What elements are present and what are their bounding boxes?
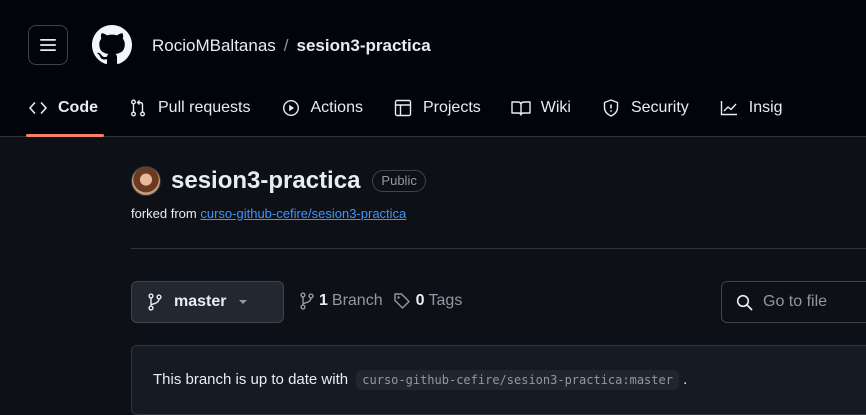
owner-link[interactable]: RocioMBaltanas	[152, 36, 276, 55]
branch-name: master	[174, 293, 227, 310]
branches-link[interactable]: 1 Branch	[300, 292, 383, 310]
status-period: .	[683, 371, 688, 388]
search-icon	[736, 294, 753, 310]
shield-icon	[601, 98, 621, 118]
upstream-ref: curso-github-cefire/sesion3-practica:mas…	[356, 370, 679, 390]
tab-label: Code	[58, 99, 98, 116]
tab-projects[interactable]: Projects	[393, 88, 481, 128]
branch-status-text: This branch is up to date with curso-git…	[153, 370, 688, 390]
tag-count-label: Tags	[428, 292, 463, 309]
tab-security[interactable]: Security	[601, 88, 689, 128]
repo-link[interactable]: sesion3-practica	[297, 36, 431, 55]
forked-from-line: forked from curso-github-cefire/sesion3-…	[131, 206, 406, 221]
tab-label: Actions	[310, 99, 363, 116]
table-icon	[393, 98, 413, 118]
branch-selector-button[interactable]: master	[131, 281, 284, 323]
status-message: This branch is up to date with	[153, 371, 349, 388]
tab-label: Insig	[748, 99, 783, 116]
tags-link[interactable]: 0 Tags	[393, 292, 463, 310]
tab-label: Pull requests	[158, 99, 251, 116]
branch-status-box: This branch is up to date with curso-git…	[131, 345, 866, 415]
go-to-file-input[interactable]: Go to file	[721, 281, 866, 323]
tag-count: 0	[415, 292, 425, 309]
repo-title-row: sesion3-practica Public	[131, 166, 426, 196]
tab-label: Projects	[422, 99, 481, 116]
pull-request-icon	[128, 98, 148, 118]
tab-label: Security	[630, 99, 689, 116]
tab-insights[interactable]: Insig	[719, 88, 783, 128]
tab-code[interactable]: Code	[26, 88, 104, 137]
branch-count-label: Branch	[331, 292, 383, 309]
menu-button[interactable]	[28, 25, 68, 65]
branch-count: 1	[319, 292, 328, 309]
graph-icon	[719, 98, 739, 118]
branch-icon	[300, 292, 314, 310]
hamburger-icon	[40, 39, 56, 51]
avatar[interactable]	[131, 166, 161, 196]
repo-header: RocioMBaltanas / sesion3-practica Code Pul…	[0, 0, 866, 137]
repo-nav-tabs: Code Pull requests Actions Projects Wiki	[26, 88, 813, 137]
chevron-down-icon	[238, 299, 248, 305]
tab-pull-requests[interactable]: Pull requests	[128, 88, 251, 128]
tab-wiki[interactable]: Wiki	[511, 88, 571, 128]
code-icon	[28, 98, 48, 118]
tab-actions[interactable]: Actions	[281, 88, 363, 128]
play-circle-icon	[281, 98, 301, 118]
branch-icon	[148, 293, 162, 311]
tab-label: Wiki	[540, 99, 571, 116]
breadcrumb-separator: /	[283, 36, 289, 55]
visibility-badge: Public	[372, 170, 426, 192]
breadcrumb: RocioMBaltanas / sesion3-practica	[152, 35, 431, 57]
divider	[131, 248, 866, 249]
branch-tag-meta: 1 Branch 0 Tags	[300, 292, 472, 310]
fork-source-link[interactable]: curso-github-cefire/sesion3-practica	[200, 206, 406, 221]
tag-icon	[393, 293, 410, 309]
page-title: sesion3-practica	[171, 167, 361, 194]
forked-from-label: forked from	[131, 206, 201, 221]
go-to-file-placeholder: Go to file	[763, 293, 828, 310]
github-logo-icon[interactable]	[92, 25, 132, 65]
book-icon	[511, 98, 531, 118]
